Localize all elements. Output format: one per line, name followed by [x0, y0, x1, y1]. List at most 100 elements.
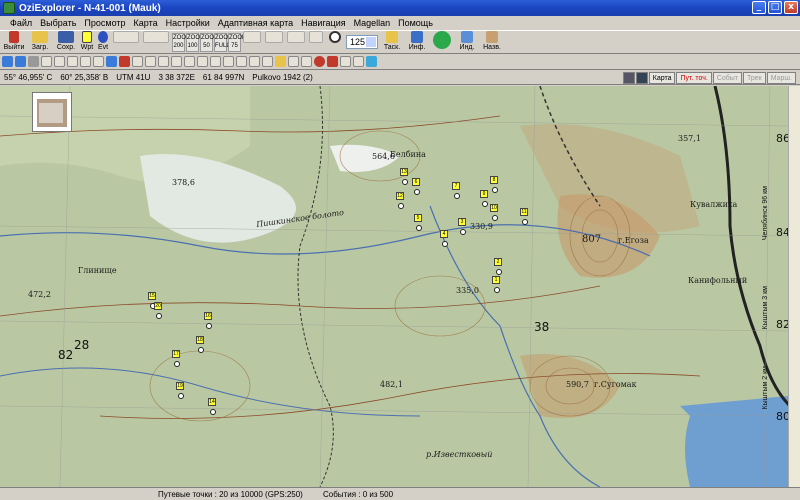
tool-icon-8[interactable] — [93, 56, 104, 67]
menu-adaptive-map[interactable]: Адаптивная карта — [218, 18, 293, 28]
map-height-807: 807 — [582, 234, 602, 245]
menu-map[interactable]: Карта — [134, 18, 158, 28]
tool-icon-9[interactable] — [106, 56, 117, 67]
tool-icon-13[interactable] — [158, 56, 169, 67]
names-button[interactable]: Назв. — [480, 31, 504, 53]
tool-icon-22[interactable] — [275, 56, 286, 67]
track-task-button[interactable]: Таск. — [380, 31, 404, 53]
tool-icon-10[interactable] — [119, 56, 130, 67]
tab-track[interactable]: Трек — [743, 72, 766, 84]
view-tabs: Карта Пут. точ. Событ Трек Марш. — [622, 72, 796, 84]
tool-icon-4[interactable] — [41, 56, 52, 67]
zoom-full-button[interactable]: ZOOM FULL — [214, 32, 233, 52]
waypoint-10[interactable]: 10 — [490, 204, 498, 221]
menu-help[interactable]: Помощь — [398, 18, 433, 28]
route-icon — [143, 31, 169, 43]
tool-icon-24[interactable] — [301, 56, 312, 67]
close-button[interactable]: x — [784, 1, 798, 14]
waypoint-2[interactable]: 2 — [494, 258, 502, 275]
tool-icon-25[interactable] — [314, 56, 325, 67]
waypoint-18[interactable]: 18 — [196, 336, 204, 353]
map-tools-2[interactable] — [264, 31, 284, 53]
tool-icon-2[interactable] — [15, 56, 26, 67]
waypoint-4[interactable]: 4 — [440, 230, 448, 247]
map-calc-icon — [309, 31, 323, 43]
event-button[interactable]: Evt — [96, 31, 110, 53]
waypoint-8[interactable]: 8 — [490, 176, 498, 193]
tool-icon-15[interactable] — [184, 56, 195, 67]
tool-icon-1[interactable] — [2, 56, 13, 67]
navigate-arrows-button[interactable] — [430, 31, 454, 53]
zoom-200-button[interactable]: ZOOM 200 — [172, 32, 191, 52]
minimize-button[interactable]: _ — [752, 1, 766, 14]
menu-file[interactable]: Файл — [10, 18, 32, 28]
tool-icon-3[interactable] — [28, 56, 39, 67]
zoom-glass-button[interactable] — [326, 31, 344, 53]
maximize-button[interactable]: □ — [768, 1, 782, 14]
tool-icon-19[interactable] — [236, 56, 247, 67]
tool-icon-23[interactable] — [288, 56, 299, 67]
tool-icon-11[interactable] — [132, 56, 143, 67]
tool-icon-27[interactable] — [340, 56, 351, 67]
tab-map[interactable]: Карта — [648, 72, 676, 84]
waypoint-14[interactable]: 14 — [208, 398, 216, 415]
zoom-75-button[interactable]: ZOOM 75 — [228, 32, 247, 52]
tool-icon-26[interactable] — [327, 56, 338, 67]
menu-settings[interactable]: Настройки — [166, 18, 210, 28]
menu-navigation[interactable]: Навигация — [301, 18, 345, 28]
zoom-50-button[interactable]: ZOOM 50 — [200, 32, 219, 52]
map-tools-4[interactable] — [308, 31, 324, 53]
exit-button[interactable]: Выйти — [2, 31, 26, 53]
vertical-scrollbar[interactable] — [788, 86, 800, 487]
tool-icon-12[interactable] — [145, 56, 156, 67]
tool-icon-21[interactable] — [262, 56, 273, 67]
tool-icon-5[interactable] — [54, 56, 65, 67]
load-button[interactable]: Загр. — [28, 31, 52, 53]
tool-icon-18[interactable] — [223, 56, 234, 67]
waypoint-12[interactable]: 12 — [396, 192, 404, 209]
waypoint-9[interactable]: 9 — [480, 190, 488, 207]
zoom-100-button[interactable]: ZOOM 100 — [186, 32, 205, 52]
map-overview-thumbnail[interactable] — [32, 92, 72, 132]
grid-number-82-left: 82 — [58, 348, 74, 362]
waypoint-20[interactable]: 20 — [154, 302, 162, 319]
tab-waypoints[interactable]: Пут. точ. — [676, 72, 712, 84]
tool-icon-20[interactable] — [249, 56, 260, 67]
tool-icon-28[interactable] — [353, 56, 364, 67]
indicator-button[interactable]: Инд. — [456, 31, 478, 53]
image-icon[interactable] — [622, 72, 635, 84]
waypoint-button[interactable]: Wpt — [80, 31, 94, 53]
map-view[interactable]: Пишкинское болото Белбина г.Егоза Кувалж… — [0, 86, 788, 487]
map-tools-1[interactable] — [242, 31, 262, 53]
menu-magellan[interactable]: Magellan — [354, 18, 391, 28]
save-button[interactable]: Сохр. — [54, 31, 78, 53]
info-button[interactable]: Инф. — [406, 31, 428, 53]
map-tools-3[interactable] — [286, 31, 306, 53]
wifi-icon[interactable] — [366, 56, 377, 67]
tab-route[interactable]: Марш. — [766, 72, 796, 84]
route-tools[interactable] — [142, 31, 170, 53]
waypoint-17[interactable]: 17 — [172, 350, 180, 367]
grid-number-82-right: 82 — [776, 318, 788, 331]
waypoint-15[interactable]: 15 — [148, 292, 156, 309]
waypoint-1[interactable]: 1 — [492, 276, 500, 293]
zoom-select[interactable]: 125 — [346, 35, 378, 49]
save-icon[interactable] — [635, 72, 648, 84]
waypoint-5[interactable]: 5 — [414, 214, 422, 231]
waypoint-19[interactable]: 19 — [176, 382, 184, 399]
waypoint-16[interactable]: 16 — [204, 312, 212, 329]
waypoint-13[interactable]: 13 — [400, 168, 408, 185]
menu-view[interactable]: Просмотр — [84, 18, 125, 28]
tab-events[interactable]: Событ — [712, 72, 742, 84]
tool-icon-14[interactable] — [171, 56, 182, 67]
menu-select[interactable]: Выбрать — [40, 18, 76, 28]
tool-icon-16[interactable] — [197, 56, 208, 67]
waypoint-11[interactable]: 11 — [520, 208, 528, 225]
track-tools[interactable] — [112, 31, 140, 53]
tool-icon-6[interactable] — [67, 56, 78, 67]
tool-icon-7[interactable] — [80, 56, 91, 67]
waypoint-3[interactable]: 3 — [458, 218, 466, 235]
waypoint-6[interactable]: 6 — [412, 178, 420, 195]
waypoint-7[interactable]: 7 — [452, 182, 460, 199]
tool-icon-17[interactable] — [210, 56, 221, 67]
